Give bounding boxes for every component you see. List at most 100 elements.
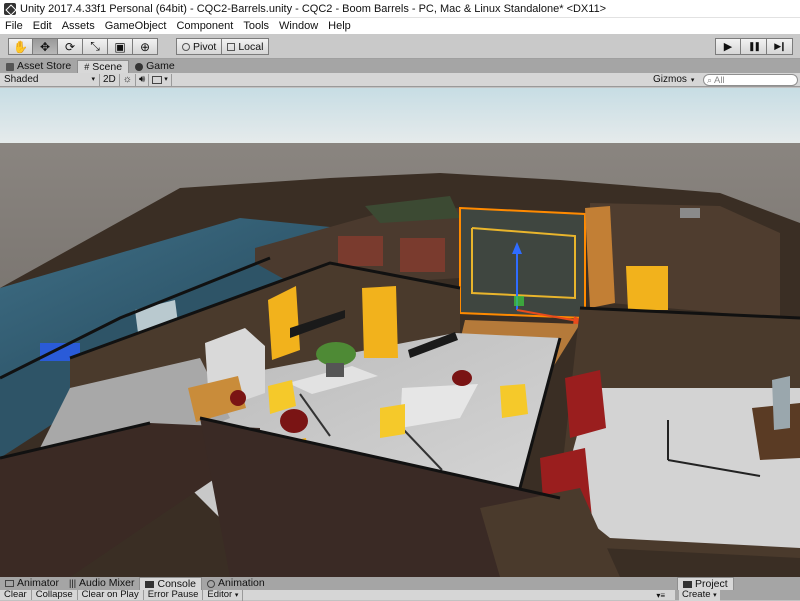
shading-mode-label: Shaded [4,73,39,85]
pause-button[interactable]: ❚❚ [741,38,767,55]
pivot-label: Pivot [193,40,217,53]
sun-icon: ☼ [122,73,132,85]
yellow-crate [500,384,528,418]
scene-viewport[interactable] [0,88,800,577]
stairs [585,206,615,308]
menu-component[interactable]: Component [171,18,238,34]
pause-icon: ❚❚ [747,41,761,51]
local-label: Local [238,40,264,53]
scale-tool-icon[interactable]: ⤡ [83,38,108,55]
red-chair [280,409,308,433]
console-clear-button[interactable]: Clear [0,590,32,600]
monitor [772,376,790,430]
editor-tabs: Asset Store # Scene Game [0,59,800,73]
dropdown-arrow-icon: ▾ [234,591,239,599]
rect-tool-icon[interactable]: ▣ [108,38,133,55]
sink [680,208,700,218]
menu-gameobject[interactable]: GameObject [100,18,172,34]
animator-icon [5,580,14,587]
yellow-crate [380,404,405,438]
red-chair [452,370,472,386]
red-chair [230,390,246,406]
lighting-toggle[interactable]: ☼ [120,73,136,86]
scene-toolbar: Shaded ▾ 2D ☼ 🔊︎ ▾ Gizmos ▾ ⌕ All [0,73,800,87]
plant [316,342,356,366]
tab-game[interactable]: Game [129,60,181,73]
tab-scene[interactable]: # Scene [77,60,130,73]
scene-render [0,88,800,577]
right-back-room [590,203,780,318]
play-controls: ▶ ❚❚ ▶❙ [715,38,793,55]
pivot-icon [182,42,190,51]
local-icon [227,42,236,51]
play-icon: ▶ [723,41,733,53]
plant-pot [326,363,344,377]
asset-store-icon [6,62,14,71]
window-titlebar: Unity 2017.4.33f1 Personal (64bit) - CQC… [0,0,800,18]
console-icon [145,580,155,588]
dropdown-arrow-icon: ▾ [164,75,168,83]
scene-search-input[interactable]: ⌕ All [703,74,798,86]
console-options-icon[interactable]: ▾≡ [656,591,665,600]
search-placeholder: All [714,74,725,86]
door-center [362,286,398,358]
pivot-toggles: Pivot Local [176,38,270,55]
image-icon [152,75,163,84]
console-editor-label: Editor [207,588,233,600]
red-sofa [565,370,606,438]
menu-edit[interactable]: Edit [28,18,57,34]
tab-asset-store-label: Asset Store [17,60,72,72]
dropdown-arrow-icon: ▾ [91,75,95,83]
local-button[interactable]: Local [222,38,270,55]
menu-help[interactable]: Help [323,18,356,34]
tab-scene-label: Scene [92,60,123,73]
rotate-tool-icon[interactable]: ⟳ [58,38,83,55]
console-collapse-button[interactable]: Collapse [32,590,78,600]
transform-tool-icon[interactable]: ⊕ [133,38,158,55]
step-icon: ▶❙ [774,41,787,51]
console-toolbar: Clear Collapse Clear on Play Error Pause… [0,588,675,601]
door-right-back [626,266,668,310]
unity-logo-icon [4,2,16,15]
project-panel: Project Create ▾ [675,577,800,601]
step-button[interactable]: ▶❙ [767,38,793,55]
dropdown-arrow-icon: ▾ [690,76,695,84]
gizmos-label: Gizmos [653,74,687,85]
window-title: Unity 2017.4.33f1 Personal (64bit) - CQC… [20,2,607,15]
dropdown-arrow-icon: ▾ [713,592,717,599]
create-label: Create [682,589,711,600]
game-pacman-icon [135,62,144,71]
bunk-bed-right [400,238,445,272]
menu-tools[interactable]: Tools [238,18,274,34]
gizmo-plane-handle [514,296,524,306]
audio-toggle[interactable]: 🔊︎ [136,73,150,86]
search-icon: ⌕ [707,74,713,85]
menu-assets[interactable]: Assets [57,18,100,34]
console-editor-dropdown[interactable]: Editor ▾ [203,588,244,601]
folder-icon [683,580,692,588]
menu-file[interactable]: File [0,18,28,34]
tab-game-label: Game [146,60,175,72]
transform-tools: ✋ ✥ ⟳ ⤡ ▣ ⊕ [8,38,158,55]
console-error-pause-button[interactable]: Error Pause [144,590,204,600]
2d-toggle[interactable]: 2D [100,73,120,86]
shading-mode-dropdown[interactable]: Shaded ▾ [0,73,100,86]
sky [0,88,800,148]
play-button[interactable]: ▶ [715,38,741,55]
pivot-button[interactable]: Pivot [176,38,223,55]
animation-icon [207,579,216,588]
menu-window[interactable]: Window [274,18,323,34]
gizmos-dropdown[interactable]: Gizmos ▾ [653,73,694,86]
effects-dropdown[interactable]: ▾ [149,73,172,86]
menu-bar: File Edit Assets GameObject Component To… [0,18,800,34]
bunk-bed-left [338,236,383,266]
console-clear-on-play-button[interactable]: Clear on Play [78,590,144,600]
scene-grid-icon: # [84,61,90,72]
project-create-dropdown[interactable]: Create ▾ [679,590,720,601]
speaker-icon: 🔊︎ [138,73,146,85]
move-tool-icon[interactable]: ✥ [33,38,58,55]
bottom-panel: Animator ||| Audio Mixer Console Animati… [0,577,800,601]
tab-asset-store[interactable]: Asset Store [0,60,77,73]
hand-tool-icon[interactable]: ✋ [8,38,33,55]
main-toolbar: ✋ ✥ ⟳ ⤡ ▣ ⊕ Pivot Local ▶ ❚❚ ▶❙ [0,34,800,59]
